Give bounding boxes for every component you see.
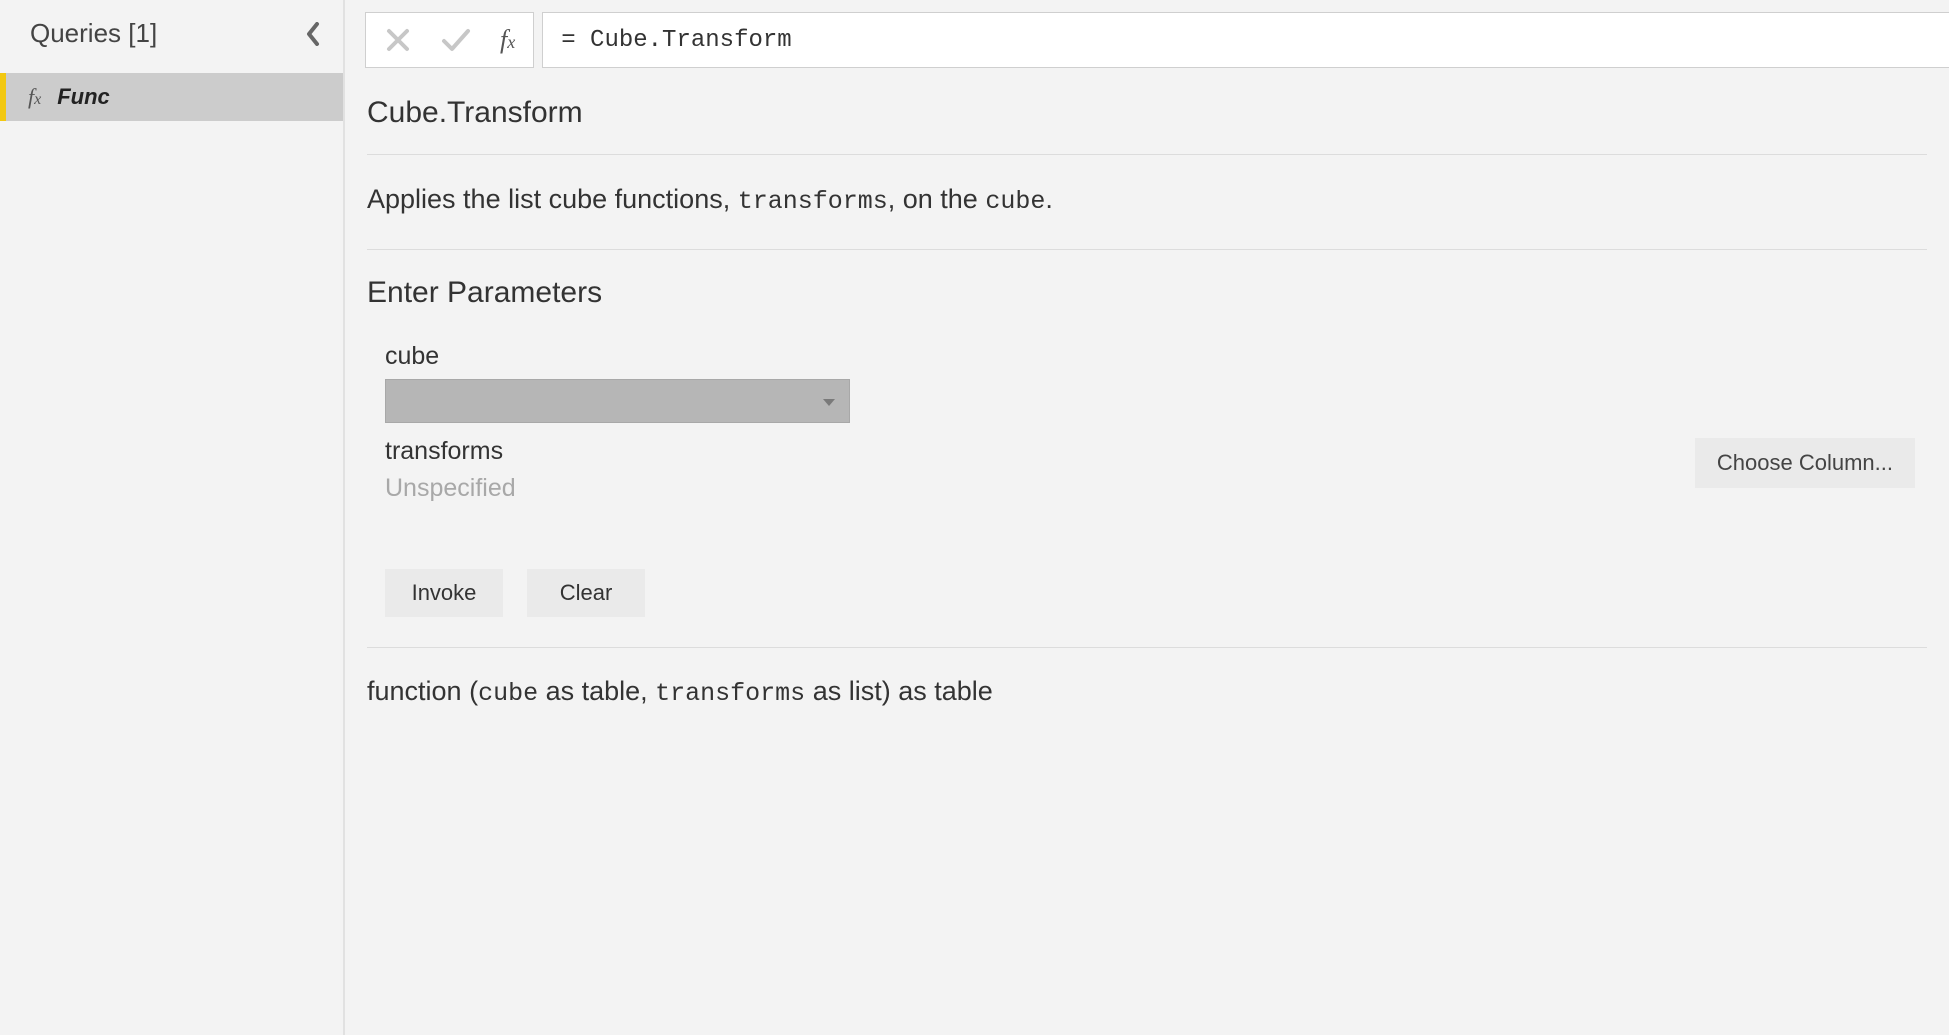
function-description: Applies the list cube functions, transfo… (367, 155, 1927, 250)
param-label-cube: cube (385, 342, 1927, 371)
sig-param-transforms: transforms (655, 679, 805, 708)
clear-button[interactable]: Clear (527, 569, 645, 617)
function-name: Cube.Transform (367, 96, 1927, 155)
formula-input[interactable] (542, 12, 1949, 68)
sig-text: function ( (367, 676, 478, 706)
collapse-sidebar-icon[interactable] (305, 22, 323, 46)
enter-parameters-heading: Enter Parameters (367, 250, 1927, 328)
sig-text: as table, (538, 676, 655, 706)
desc-text: Applies the list cube functions, (367, 184, 738, 214)
action-buttons: Invoke Clear (367, 521, 1927, 648)
fx-icon: fx (496, 25, 519, 55)
choose-column-button[interactable]: Choose Column... (1695, 438, 1915, 488)
query-item-label: Func (57, 84, 110, 110)
queries-title: Queries [1] (30, 18, 157, 49)
desc-param-transforms: transforms (738, 187, 888, 216)
desc-text: , on the (888, 184, 986, 214)
function-doc: Cube.Transform Applies the list cube fun… (345, 68, 1949, 1035)
main-panel: fx Cube.Transform Applies the list cube … (345, 0, 1949, 1035)
sig-text: as list) as table (805, 676, 993, 706)
desc-text: . (1045, 184, 1053, 214)
param-value-transforms: Unspecified (385, 474, 516, 503)
cancel-formula-icon[interactable] (380, 22, 416, 58)
app-root: Queries [1] fx Func fx Cube.Tr (0, 0, 1949, 1035)
desc-param-cube: cube (985, 187, 1045, 216)
formula-tools: fx (365, 12, 534, 68)
sig-param-cube: cube (478, 679, 538, 708)
param-row-transforms: transforms Unspecified Choose Column... (385, 423, 1927, 503)
queries-sidebar: Queries [1] fx Func (0, 0, 345, 1035)
query-item-func[interactable]: fx Func (0, 73, 343, 121)
commit-formula-icon[interactable] (438, 22, 474, 58)
function-signature: function (cube as table, transforms as l… (367, 648, 1927, 736)
invoke-button[interactable]: Invoke (385, 569, 503, 617)
formula-bar: fx (345, 12, 1949, 68)
fx-icon: fx (28, 84, 41, 110)
param-select-cube[interactable] (385, 379, 850, 423)
sidebar-header: Queries [1] (0, 0, 343, 73)
parameters-block: cube transforms Unspecified Choose Colum… (367, 342, 1927, 521)
param-label-transforms: transforms (385, 437, 516, 466)
